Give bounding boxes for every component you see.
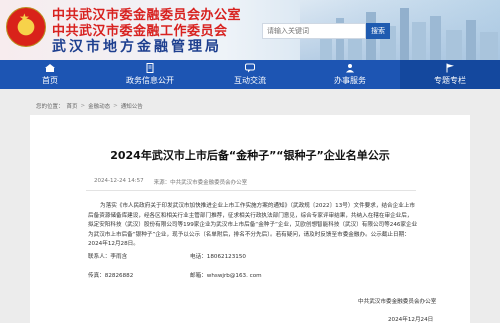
article-container: 2024年武汉市上市后备“金种子”“银种子”企业名单公示 2024-12-24 … (30, 115, 470, 323)
flag-icon (446, 63, 454, 73)
breadcrumb-item-finance-news[interactable]: 金融动态 (88, 102, 110, 110)
article-title: 2024年武汉市上市后备“金种子”“银种子”企业名单公示 (110, 149, 390, 162)
phone-number: 18062123150 (206, 254, 246, 260)
nav-item-gov-info[interactable]: 政务信息公开 (100, 60, 200, 89)
nav-item-interaction[interactable]: 互动交流 (200, 60, 300, 89)
nav-item-special-topics[interactable]: 专题专栏 (400, 60, 500, 89)
header-title-line3: 武汉市地方金融管理局 (52, 39, 222, 55)
contact-phone: 电话：18062123150 (190, 252, 246, 260)
nav-label: 互动交流 (234, 76, 266, 85)
home-icon (45, 64, 55, 72)
email-label: 邮箱： (190, 273, 207, 279)
people-icon (346, 64, 354, 73)
signature-org: 中共武汉市委金融委员会办公室 (358, 299, 437, 305)
fax-label: 传真： (88, 273, 105, 279)
article-paragraph: 为落实《市人民政府关于印发武汉市加快推进企业上市工作实施方案的通知》（武政规〔2… (88, 203, 418, 247)
main-nav: 首页 政务信息公开 互动交流 办事服务 专题专栏 (0, 60, 500, 89)
nav-label: 首页 (42, 76, 58, 85)
nav-label: 政务信息公开 (126, 76, 174, 85)
nav-item-services[interactable]: 办事服务 (300, 60, 400, 89)
search-button[interactable]: 搜索 (366, 23, 390, 39)
document-icon (146, 63, 154, 73)
star-icon: ★ (19, 11, 30, 25)
contact-name: 李雨含 (110, 254, 128, 260)
contact-email: 邮箱：whswjrb@163. com (190, 271, 262, 279)
contact-name-label: 联系人： (88, 254, 111, 260)
nav-item-home[interactable]: 首页 (0, 60, 100, 89)
phone-label: 电话： (190, 254, 207, 260)
site-header: ★ 中共武汉市委金融委员会办公室 中共武汉市委金融工作委员会 武汉市地方金融管理… (0, 0, 500, 60)
contact-fax: 传真：82826882 (88, 271, 133, 279)
breadcrumb-location-label: 您的位置： (36, 104, 64, 110)
contact-person: 联系人：李雨含 (88, 252, 127, 260)
article-meta: 2024-12-24 14:57 来源：中共武汉市委金融委员会办公室 (94, 178, 247, 186)
breadcrumb: 您的位置： 首页 > 金融动态 > 通知公告 (36, 102, 143, 110)
article-source: 中共武汉市委金融委员会办公室 (170, 180, 248, 186)
nav-label: 办事服务 (334, 76, 366, 85)
email-address[interactable]: whswjrb@163. com (207, 273, 262, 279)
article-date: 2024-12-24 14:57 (94, 178, 144, 184)
article-source-label: 来源： (153, 180, 171, 186)
signature-date: 2024年12月24日 (388, 317, 434, 323)
fax-number: 82826882 (104, 273, 134, 279)
breadcrumb-item-home[interactable]: 首页 (67, 102, 78, 110)
chat-icon (245, 63, 255, 73)
breadcrumb-separator: > (113, 103, 118, 109)
breadcrumb-item-notices[interactable]: 通知公告 (121, 102, 143, 110)
divider (86, 190, 416, 191)
breadcrumb-separator: > (80, 103, 86, 109)
nav-label: 专题专栏 (434, 76, 466, 85)
search-input[interactable] (262, 23, 366, 39)
